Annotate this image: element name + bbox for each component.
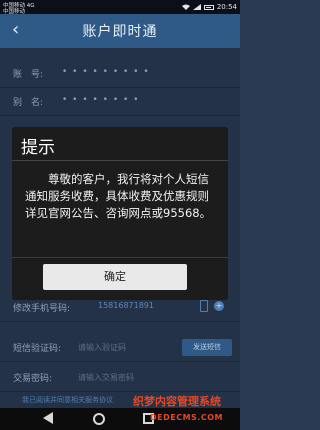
back-arrow-icon[interactable]: ‹ xyxy=(12,20,19,40)
send-sms-button[interactable]: 发送短信 xyxy=(182,339,232,356)
status-bar: 中国移动 4G 中国移动 20:54 xyxy=(0,0,240,15)
trade-password-input[interactable]: 请输入交易密码 xyxy=(78,372,134,383)
dialog-divider xyxy=(12,160,228,161)
alias-value: • • • • • • • • xyxy=(62,95,140,105)
trade-password-row: 交易密码: 请输入交易密码 xyxy=(0,364,240,392)
nav-home-icon[interactable] xyxy=(93,413,105,425)
watermark-domain: DEDECMS.COM xyxy=(150,413,223,422)
dialog-divider-bottom xyxy=(12,257,228,258)
page-title: 账户即时通 xyxy=(82,24,158,40)
signal-icon xyxy=(192,4,201,10)
confirm-button[interactable]: 确定 xyxy=(43,264,187,290)
dialog-message: 尊敬的客户，我行将对个人短信通知服务收费，具体收费及优惠规则详见官网公告、咨询网… xyxy=(25,172,212,220)
phone-edit-icon[interactable] xyxy=(200,300,208,312)
sms-code-row: 短信验证码: 请输入验证码 发送短信 xyxy=(0,334,240,362)
agreement-link[interactable]: 我已阅读并同意相关服务协议 xyxy=(22,395,113,405)
status-time: 20:54 xyxy=(216,3,237,11)
dialog-title: 提示 xyxy=(21,138,55,158)
sms-code-label: 短信验证码: xyxy=(13,344,62,354)
add-icon[interactable]: + xyxy=(214,301,224,311)
account-value: • • • • • • • • • xyxy=(62,67,150,77)
wifi-icon xyxy=(181,4,190,10)
sms-code-input[interactable]: 请输入验证码 xyxy=(78,342,126,353)
watermark-text: 织梦内容管理系统 xyxy=(133,395,221,408)
account-row: 账 号: • • • • • • • • • xyxy=(0,60,240,88)
alias-label: 别 名: xyxy=(13,98,44,108)
battery-icon xyxy=(203,4,214,10)
system-nav-bar: DEDECMS.COM xyxy=(0,408,240,430)
alias-row: 别 名: • • • • • • • • xyxy=(0,88,240,116)
nav-back-icon[interactable] xyxy=(43,412,53,424)
notice-dialog: 提示 尊敬的客户，我行将对个人短信通知服务收费，具体收费及优惠规则详见官网公告、… xyxy=(12,127,228,300)
phone-value: 15816871891 xyxy=(98,301,154,310)
trade-password-label: 交易密码: xyxy=(13,374,53,384)
status-indicators: 20:54 xyxy=(181,3,237,11)
app-header: ‹ 账户即时通 xyxy=(0,14,240,48)
phone-label: 修改手机号码: xyxy=(13,304,71,314)
account-label: 账 号: xyxy=(13,70,44,80)
